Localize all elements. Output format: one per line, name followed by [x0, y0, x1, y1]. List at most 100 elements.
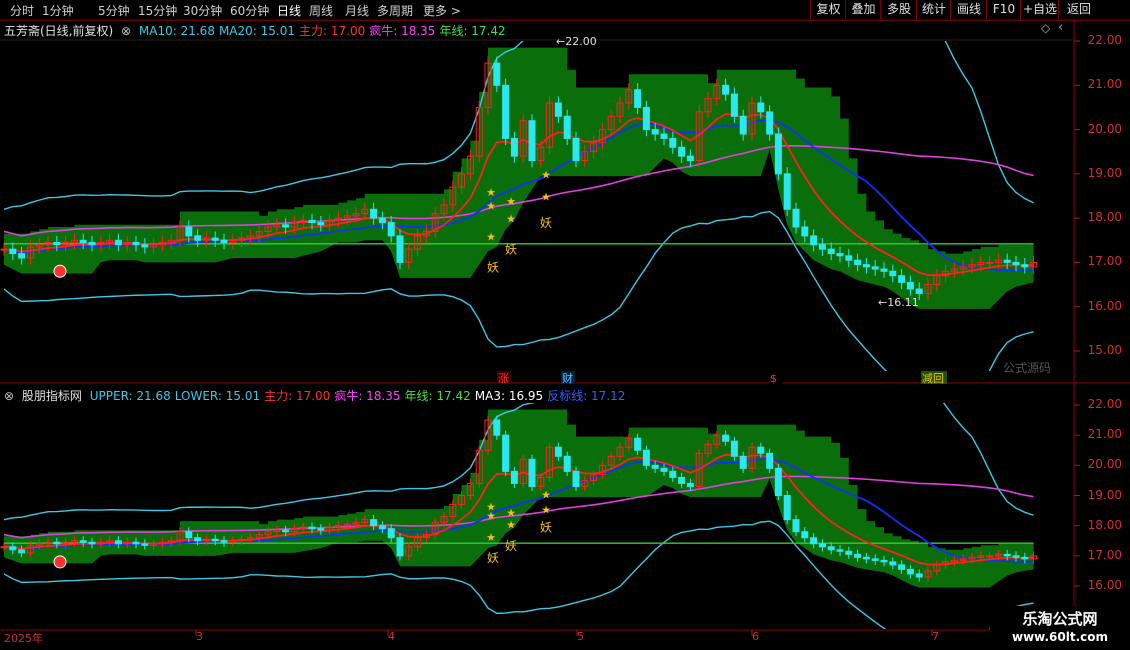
- p2-candle-body: [396, 537, 404, 557]
- signal-badge: 涨: [498, 372, 509, 385]
- p1-candle-body: [757, 102, 765, 113]
- p2-candle-body: [510, 470, 518, 484]
- p2-candle-body: [141, 543, 149, 546]
- p2-ball-icon: [53, 555, 67, 569]
- p1-candle-body: [79, 239, 87, 244]
- p2-candle-body: [642, 449, 650, 466]
- p1-candle-body: [317, 222, 325, 226]
- p2-candle-body: [854, 553, 862, 558]
- p2-candle-body: [370, 519, 378, 527]
- p2-candle-body: [378, 525, 386, 530]
- p1-candle-body: [871, 266, 879, 270]
- p2-candle-body: [528, 458, 536, 487]
- p1-candle-body: [141, 244, 149, 248]
- signal-badge: 财: [562, 371, 573, 385]
- p1-candle-body: [660, 133, 668, 139]
- p1-candle-body: [211, 237, 219, 241]
- y-tick-label: 22.00: [1087, 33, 1122, 47]
- p1-candle-body: [915, 288, 923, 294]
- y-tick-label: 18.00: [1087, 210, 1122, 225]
- p1-candle-body: [854, 259, 862, 266]
- p2-candle-body: [792, 519, 800, 533]
- p1-candle-body: [220, 239, 228, 244]
- p1-candle-body: [282, 224, 290, 228]
- p1-candle-body: [88, 242, 96, 246]
- p1-candle-body: [669, 137, 677, 148]
- p2-candle-body: [766, 452, 774, 469]
- low-price-label: ←16.11: [878, 296, 919, 309]
- y-tick-label: 16.00: [1087, 578, 1122, 592]
- p2-candle-body: [185, 531, 193, 539]
- p2-candle-body: [906, 568, 914, 575]
- p1-star-icon: ★: [541, 190, 551, 203]
- p1-candle-body: [510, 137, 518, 157]
- p1-candle-body: [308, 219, 316, 224]
- p1-candle-body: [18, 253, 26, 259]
- x-axis-label: 7: [932, 630, 939, 643]
- y-tick-label: 19.00: [1087, 487, 1122, 502]
- p1-candle-body: [572, 137, 580, 162]
- p1-candle-body: [818, 244, 826, 250]
- p1-candle-body: [528, 120, 536, 162]
- y-tick-label: 15.00: [1087, 343, 1122, 357]
- p1-candle-body: [836, 253, 844, 257]
- x-axis-label: 4: [388, 630, 395, 643]
- p1-candle-body: [862, 264, 870, 268]
- y-tick-label: 22.00: [1087, 397, 1122, 411]
- p1-candle-body: [132, 242, 140, 246]
- p1-candle-body: [396, 235, 404, 263]
- p1-candle-body: [730, 93, 738, 117]
- p2-candle-body: [282, 529, 290, 533]
- y-tick-label: 17.00: [1087, 547, 1122, 562]
- p1-yao-label: 妖: [487, 260, 499, 274]
- p2-candle-body: [387, 528, 395, 539]
- p2-candle-body: [502, 434, 510, 472]
- p2-star-icon: ★: [486, 531, 496, 544]
- p1-candle-body: [845, 255, 853, 261]
- stock-chart[interactable]: ★★★★★★★妖妖妖★ ★★★★★★妖妖妖←22.00←16.11涨财 $ 减回: [0, 0, 1130, 650]
- y-tick-label: 19.00: [1087, 165, 1122, 180]
- p2-candle-body: [827, 546, 835, 551]
- p2-star-icon: ★: [541, 489, 551, 502]
- p1-candle-body: [898, 275, 906, 283]
- p1-candle-body: [387, 222, 395, 237]
- p1-candle-body: [634, 89, 642, 108]
- p2-candle-body: [79, 540, 87, 543]
- p1-candle-body: [739, 115, 747, 135]
- p2-candle-body: [0, 546, 8, 549]
- p1-candle-body: [378, 217, 386, 224]
- p2-candle-body: [1021, 556, 1029, 560]
- p2-candle-body: [88, 541, 96, 545]
- p1-yao-label: 妖: [505, 243, 517, 257]
- p2-candle-body: [678, 476, 686, 484]
- p2-yao-label: 妖: [487, 551, 499, 565]
- p2-candle-body: [862, 556, 870, 560]
- x-axis-label: 6: [752, 630, 759, 643]
- p1-candle-body: [880, 268, 888, 272]
- p1-candle-body: [986, 261, 994, 264]
- p2-candle-body: [986, 555, 994, 558]
- p1-star-icon: ★: [506, 195, 516, 208]
- p1-candle-body: [686, 155, 694, 162]
- p1-star-icon: ★: [486, 230, 496, 243]
- p1-candle-body: [0, 248, 8, 251]
- p2-star-icon: ★: [486, 510, 496, 523]
- p2-candle-body: [722, 434, 730, 442]
- p2-candle-body: [53, 541, 61, 545]
- y-tick-label: 16.00: [1087, 298, 1122, 313]
- p2-yao-label: 妖: [505, 539, 517, 553]
- p1-candle-body: [766, 111, 774, 135]
- p2-candle-body: [836, 549, 844, 552]
- p1-candle-body: [563, 115, 571, 139]
- p1-candle-body: [1003, 259, 1011, 263]
- p1-candle-body: [114, 239, 122, 246]
- p1-candle-body: [792, 208, 800, 228]
- p2-candle-body: [18, 549, 26, 554]
- p2-candle-body: [211, 538, 219, 542]
- p1-star-icon: ★: [486, 186, 496, 199]
- p2-candle-body: [739, 455, 747, 469]
- p2-candle-body: [730, 440, 738, 457]
- x-axis-label: 2025年: [4, 632, 43, 645]
- site-watermark: 乐淘公式网 www.60lt.com: [990, 606, 1130, 650]
- p1-candle-body: [906, 281, 914, 290]
